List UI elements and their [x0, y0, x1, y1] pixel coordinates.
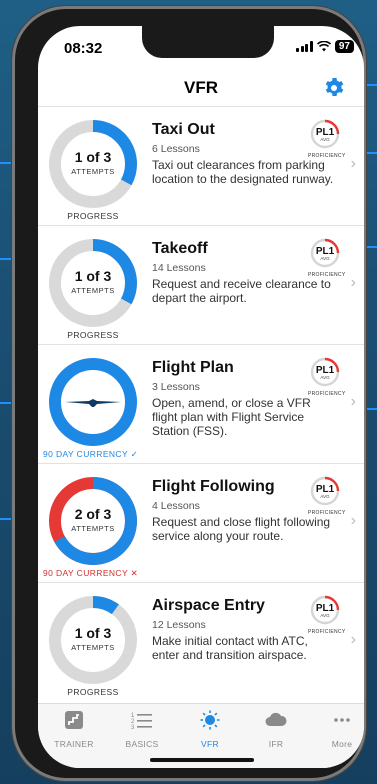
attempts-label: ATTEMPTS [71, 286, 115, 295]
tab-label: BASICS [125, 739, 159, 749]
proficiency-label: PROFICIENCY [308, 629, 346, 635]
attempts-label: ATTEMPTS [71, 524, 115, 533]
sun-icon [200, 710, 220, 730]
proficiency-label: PROFICIENCY [308, 391, 346, 397]
tab-vfr[interactable]: VFR [180, 710, 240, 749]
proficiency-gauge: PL1AVG [310, 119, 340, 149]
progress-caption: PROGRESS [67, 211, 119, 221]
attempts-text: 1 of 3 ATTEMPTS [48, 149, 138, 176]
proficiency-gauge: PL1AVG [310, 357, 340, 387]
status-time: 08:32 [64, 40, 103, 57]
proficiency-avg: AVG [320, 256, 330, 261]
airplane-icon [65, 399, 121, 407]
currency-caption: 90 DAY CURRENCY ✕ [43, 568, 139, 578]
wifi-icon [316, 41, 331, 52]
progress-ring: 1 of 3 ATTEMPTS [48, 595, 138, 685]
proficiency-badge: PL1 AVG PROFICIENCY [308, 238, 346, 278]
app-screen: 08:32 97 VFR 1 of 3 ATTEMPTS PROGRESS Tax… [38, 26, 364, 768]
proficiency-gauge: PL1AVG [310, 476, 340, 506]
lesson-count: 6 Lessons [152, 143, 200, 155]
chevron-right-icon: › [350, 393, 356, 410]
tab-ifr[interactable]: IFR [246, 710, 306, 749]
progress-ring: 1 of 3 ATTEMPTS [48, 119, 138, 209]
chevron-right-icon: › [350, 155, 356, 172]
list-item[interactable]: 90 DAY CURRENCY ✓ Flight Plan 3 Lessons … [38, 344, 364, 463]
item-description: Request and receive clearance to depart … [152, 277, 331, 305]
item-description: Make initial contact with ATC, enter and… [152, 634, 308, 662]
proficiency-avg: AVG [320, 494, 330, 499]
battery-icon: 97 [334, 40, 354, 53]
progress-ring: 2 of 3 ATTEMPTS [48, 476, 138, 566]
tab-more[interactable]: More [312, 710, 364, 749]
lesson-count: 12 Lessons [152, 619, 206, 631]
item-title: Flight Plan [152, 359, 234, 376]
lesson-count: 4 Lessons [152, 500, 200, 512]
attempt-count: 1 of 3 [74, 149, 112, 165]
tab-bar: TRAINER 123 BASICS VFR IFR More [38, 703, 364, 768]
chevron-right-icon: › [350, 274, 356, 291]
attempts-text: 1 of 3 ATTEMPTS [48, 268, 138, 295]
attempt-count: 2 of 3 [74, 506, 112, 522]
status-icons: 97 [296, 40, 354, 53]
item-title: Airspace Entry [152, 597, 265, 614]
progress-ring: 1 of 3 ATTEMPTS [48, 238, 138, 328]
phone-frame: 08:32 97 VFR 1 of 3 ATTEMPTS PROGRESS Tax… [12, 6, 366, 781]
list-item[interactable]: 2 of 3 ATTEMPTS 90 DAY CURRENCY ✕ Flight … [38, 463, 364, 582]
item-description: Taxi out clearances from parking locatio… [152, 158, 334, 186]
proficiency-label: PROFICIENCY [308, 153, 346, 159]
tab-label: IFR [268, 739, 284, 749]
list-item[interactable]: 1 of 3 ATTEMPTS PROGRESS Airspace Entry 1… [38, 582, 364, 701]
proficiency-avg: AVG [320, 375, 330, 380]
progress-ring [48, 357, 138, 447]
proficiency-gauge: PL1AVG [310, 595, 340, 625]
proficiency-avg: AVG [320, 613, 330, 618]
item-title: Takeoff [152, 240, 208, 257]
attempt-count: 1 of 3 [74, 625, 112, 641]
attempts-label: ATTEMPTS [71, 643, 115, 652]
item-description: Open, amend, or close a VFR flight plan … [152, 396, 311, 438]
attempts-text: 1 of 3 ATTEMPTS [48, 625, 138, 652]
list-item[interactable]: 1 of 3 ATTEMPTS PROGRESS Takeoff 14 Lesso… [38, 225, 364, 344]
tab-trainer[interactable]: TRAINER [44, 710, 104, 749]
progress-caption: PROGRESS [67, 687, 119, 697]
chevron-right-icon: › [350, 631, 356, 648]
tab-label: More [331, 739, 353, 749]
progress-caption: PROGRESS [67, 330, 119, 340]
tab-basics[interactable]: 123 BASICS [112, 710, 172, 749]
trainer-icon [65, 711, 83, 729]
proficiency-label: PROFICIENCY [308, 510, 346, 516]
currency-caption: 90 DAY CURRENCY ✓ [43, 449, 139, 459]
proficiency-badge: PL1 AVG PROFICIENCY [308, 357, 346, 397]
tab-label: VFR [201, 739, 219, 749]
page-title: VFR [184, 78, 218, 97]
signal-icon [296, 41, 313, 52]
item-title: Flight Following [152, 478, 275, 495]
lesson-count: 14 Lessons [152, 262, 206, 274]
notch [142, 26, 274, 58]
gear-icon[interactable] [322, 76, 346, 100]
attempts-text: 2 of 3 ATTEMPTS [48, 506, 138, 533]
proficiency-avg: AVG [320, 137, 330, 142]
proficiency-badge: PL1 AVG PROFICIENCY [308, 595, 346, 635]
cloud-icon [265, 712, 287, 726]
svg-text:3: 3 [131, 725, 135, 730]
list-icon: 123 [131, 713, 152, 731]
tab-label: TRAINER [54, 739, 94, 749]
attempt-count: 1 of 3 [74, 268, 112, 284]
item-title: Taxi Out [152, 121, 215, 138]
proficiency-gauge: PL1AVG [310, 238, 340, 268]
lesson-list: 1 of 3 ATTEMPTS PROGRESS Taxi Out 6 Lesso… [38, 106, 364, 701]
home-indicator [150, 758, 254, 762]
attempts-label: ATTEMPTS [71, 167, 115, 176]
proficiency-badge: PL1 AVG PROFICIENCY [308, 119, 346, 159]
proficiency-badge: PL1 AVG PROFICIENCY [308, 476, 346, 516]
item-description: Request and close flight following servi… [152, 515, 331, 543]
proficiency-label: PROFICIENCY [308, 272, 346, 278]
lesson-count: 3 Lessons [152, 381, 200, 393]
chevron-right-icon: › [350, 512, 356, 529]
ellipsis-icon [334, 718, 350, 722]
list-item[interactable]: 1 of 3 ATTEMPTS PROGRESS Taxi Out 6 Lesso… [38, 106, 364, 225]
